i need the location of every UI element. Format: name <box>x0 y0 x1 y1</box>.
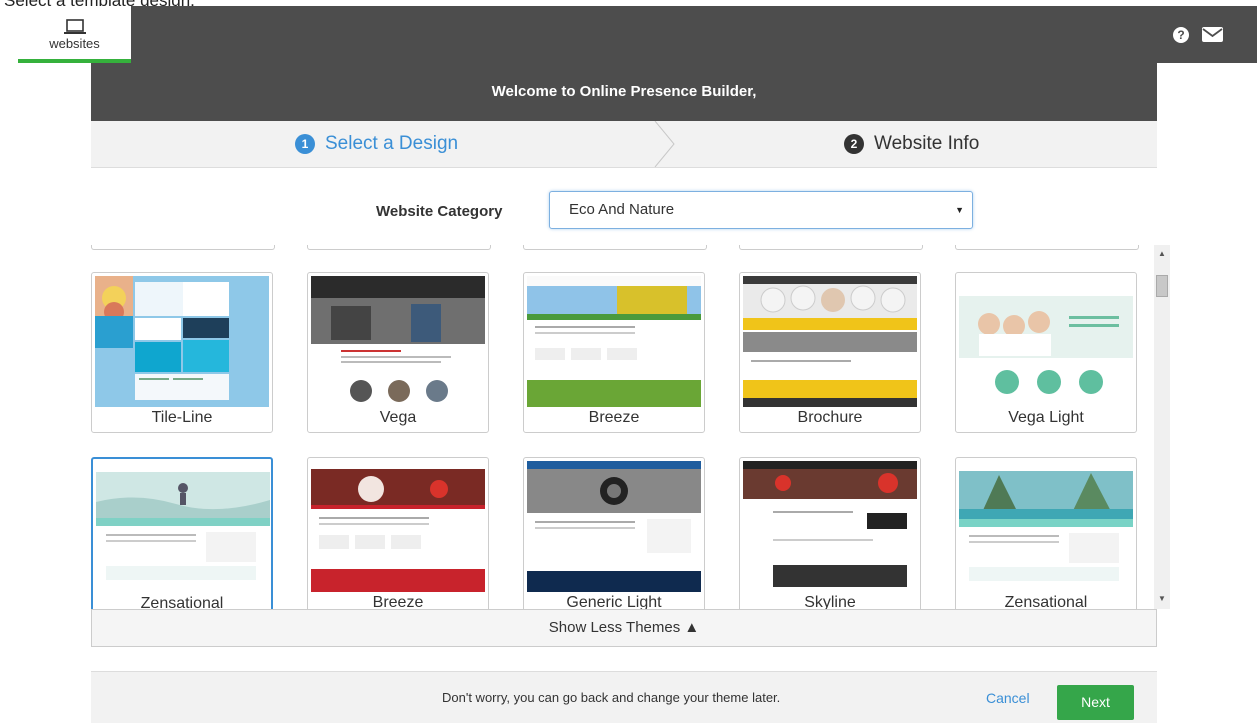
theme-preview-image <box>95 276 269 407</box>
website-category-value: Eco And Nature <box>569 201 675 218</box>
welcome-banner: Welcome to Online Presence Builder, <box>91 63 1157 121</box>
laptop-icon <box>63 19 86 34</box>
gallery-scrollbar[interactable]: ▲ ▼ <box>1154 245 1170 609</box>
theme-card-brochure[interactable]: Brochure <box>739 272 921 433</box>
step-select-design[interactable]: 1 Select a Design <box>295 121 458 167</box>
theme-name: Vega <box>379 409 417 426</box>
theme-card-generic-light[interactable]: Generic Light <box>523 457 705 609</box>
theme-preview-image <box>527 461 701 592</box>
theme-name: Tile-Line <box>151 409 213 426</box>
theme-card-vega[interactable]: Vega <box>307 272 489 433</box>
step-2-number: 2 <box>844 134 864 154</box>
theme-name: Brochure <box>797 409 863 426</box>
theme-card-vega-light[interactable]: Vega Light <box>955 272 1137 433</box>
theme-preview-image <box>743 461 917 592</box>
question-circle-icon[interactable]: ? <box>1173 27 1189 43</box>
theme-preview-image <box>743 276 917 407</box>
wizard-steps: 1 Select a Design 2 Website Info <box>91 121 1157 168</box>
websites-tab-label: websites <box>49 36 100 51</box>
theme-preview-image <box>311 461 485 592</box>
theme-card-edge <box>739 245 923 250</box>
envelope-icon[interactable] <box>1202 27 1223 42</box>
wizard-footer: Don't worry, you can go back and change … <box>91 671 1157 723</box>
theme-preview-image <box>311 276 485 407</box>
top-navbar: websites ? <box>18 6 1257 63</box>
theme-preview-image <box>96 462 270 593</box>
theme-name: Vega Light <box>1008 409 1084 426</box>
step-1-label: Select a Design <box>325 133 459 154</box>
step-2-label: Website Info <box>874 133 980 154</box>
website-category-select[interactable]: Eco And Nature ▼ <box>549 191 973 229</box>
step-divider-chevron <box>654 121 675 167</box>
scrollbar-thumb[interactable] <box>1156 275 1168 297</box>
theme-card-edge <box>955 245 1139 250</box>
theme-name: Zensational <box>140 595 224 609</box>
theme-card-edge <box>91 245 275 250</box>
theme-name: Zensational <box>1004 594 1088 609</box>
scroll-down-arrow-icon[interactable]: ▼ <box>1154 594 1170 603</box>
theme-card-tile-line[interactable]: Tile-Line <box>91 272 273 433</box>
theme-preview-image <box>959 276 1133 407</box>
theme-card-skyline[interactable]: Skyline <box>739 457 921 609</box>
step-website-info[interactable]: 2 Website Info <box>844 121 979 167</box>
theme-card-breeze-2[interactable]: Breeze <box>307 457 489 609</box>
next-button[interactable]: Next <box>1057 685 1134 720</box>
cancel-link[interactable]: Cancel <box>986 690 1030 706</box>
scroll-up-arrow-icon[interactable]: ▲ <box>1154 249 1170 258</box>
step-1-number: 1 <box>295 134 315 154</box>
theme-card-edge <box>523 245 707 250</box>
theme-card-zensational-2[interactable]: Zensational <box>955 457 1137 609</box>
website-category-label: Website Category <box>376 203 503 220</box>
theme-card-zensational-selected[interactable]: Zensational <box>91 457 273 609</box>
theme-preview-image <box>959 461 1133 592</box>
footer-note: Don't worry, you can go back and change … <box>442 690 781 705</box>
theme-preview-image <box>527 276 701 407</box>
theme-name: Skyline <box>804 594 856 609</box>
dropdown-arrow-icon: ▼ <box>955 205 964 215</box>
websites-tab[interactable]: websites <box>18 6 131 63</box>
show-less-themes-button[interactable]: Show Less Themes ▲ <box>91 609 1157 647</box>
theme-card-breeze[interactable]: Breeze <box>523 272 705 433</box>
theme-name: Breeze <box>588 409 640 426</box>
theme-name: Generic Light <box>566 594 662 609</box>
theme-gallery: Tile-Line Vega Breeze Brochure Vega Ligh… <box>91 245 1139 609</box>
theme-card-edge <box>307 245 491 250</box>
theme-name: Breeze <box>372 594 424 609</box>
